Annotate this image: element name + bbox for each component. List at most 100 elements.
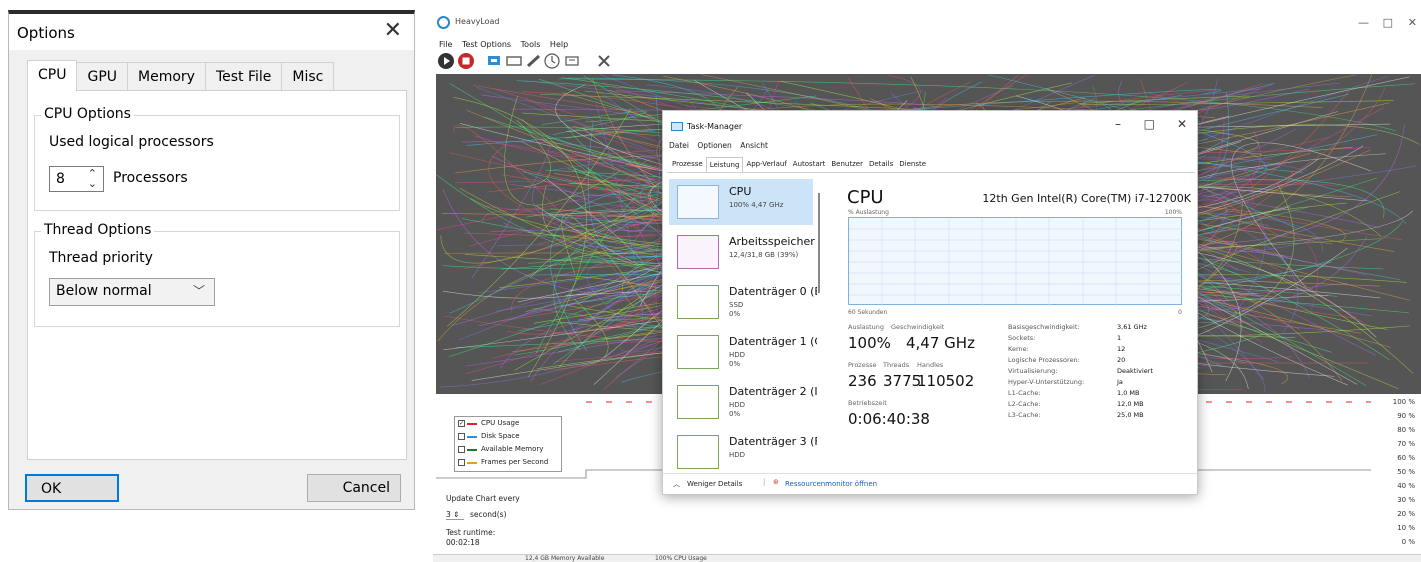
y-tick: 0 %: [1401, 538, 1415, 546]
legend-item[interactable]: Frames per Second: [455, 456, 561, 469]
detail-value: 20: [1117, 356, 1126, 364]
update-interval-stepper[interactable]: 3 ⇕: [446, 510, 464, 520]
tab-misc[interactable]: Misc: [281, 62, 335, 90]
ok-button[interactable]: OK: [25, 474, 119, 502]
checkbox[interactable]: ✓: [458, 420, 465, 427]
sidebar-item-name: Datenträger 3 (F: [729, 435, 817, 448]
sidebar-item-disk-0[interactable]: Datenträger 0 (E SSD 0%: [669, 279, 817, 325]
detail-key: Sockets:: [1008, 334, 1036, 342]
detail-key: L1-Cache:: [1008, 389, 1041, 397]
close-icon[interactable]: ✕: [1408, 16, 1417, 29]
maximize-icon[interactable]: □: [1144, 117, 1155, 131]
tab-leistung[interactable]: Leistung: [705, 157, 744, 173]
cancel-button[interactable]: Cancel: [307, 474, 401, 502]
detail-value: Deaktiviert: [1117, 367, 1153, 375]
resource-monitor-link[interactable]: Ressourcenmonitor öffnen: [785, 480, 877, 488]
sidebar-item-disk-2[interactable]: Datenträger 2 (I HDD 0%: [669, 379, 817, 425]
memory-icon[interactable]: [525, 52, 543, 70]
close-icon[interactable]: ✕: [384, 18, 402, 43]
tab-prozesse[interactable]: Prozesse: [669, 157, 706, 173]
checkbox[interactable]: [458, 433, 465, 440]
task-manager-menubar: Datei Optionen Ansicht: [669, 141, 774, 150]
thread-options-legend: Thread Options: [41, 222, 155, 238]
cpu-detail-pane: CPU 12th Gen Intel(R) Core(TM) i7-12700K…: [831, 175, 1191, 471]
stat-uptime-label: Betriebszeit: [848, 399, 887, 407]
tab-test-file[interactable]: Test File: [204, 62, 283, 90]
heavyload-statusbar: 12,4 GB Memory Available 100% CPU Usage: [433, 554, 1421, 562]
processors-stepper[interactable]: 8 ⌃ ⌄: [49, 166, 104, 192]
sidebar-item-memory[interactable]: Arbeitsspeicher 12,4/31,8 GB (39%): [669, 229, 815, 275]
cpu-thumbnail: [677, 185, 719, 219]
cpu-model-name: 12th Gen Intel(R) Core(TM) i7-12700K: [982, 192, 1191, 205]
sidebar-scrollbar[interactable]: [818, 193, 820, 293]
minimize-icon[interactable]: —: [1358, 16, 1369, 29]
detail-value: 1,0 MB: [1117, 389, 1140, 397]
checkbox[interactable]: [458, 459, 465, 466]
sidebar-item-detail: HDD: [729, 351, 746, 359]
sidebar-item-disk-3[interactable]: Datenträger 3 (F HDD: [669, 429, 817, 471]
stepper-arrows-icon[interactable]: ⌃ ⌄: [88, 168, 97, 189]
thread-priority-select[interactable]: Below normal ﹀: [49, 278, 215, 306]
stop-icon[interactable]: [457, 52, 475, 70]
legend-item[interactable]: Disk Space: [455, 430, 561, 443]
menu-optionen[interactable]: Optionen: [697, 141, 731, 150]
legend-color: [467, 462, 477, 464]
sidebar-item-disk-1[interactable]: Datenträger 1 (C HDD 0%: [669, 329, 817, 375]
stat-speed-value: 4,47 GHz: [906, 334, 975, 352]
legend-item[interactable]: ✓ CPU Usage: [455, 417, 561, 430]
tab-gpu[interactable]: GPU: [76, 62, 129, 90]
stat-uptime-value: 0:06:40:38: [848, 410, 930, 428]
tab-details[interactable]: Details: [866, 157, 896, 173]
maximize-icon[interactable]: □: [1383, 16, 1393, 29]
used-processors-label: Used logical processors: [49, 134, 214, 150]
task-manager-window: Task-Manager – □ ✕ Datei Optionen Ansich…: [662, 110, 1198, 495]
thread-options-group: Thread Options Thread priority Below nor…: [34, 222, 400, 327]
ok-label: OK: [41, 481, 62, 497]
legend-color: [467, 436, 477, 438]
chevron-up-icon[interactable]: ︿: [673, 479, 680, 489]
close-icon[interactable]: ✕: [1177, 117, 1187, 131]
tab-benutzer[interactable]: Benutzer: [828, 157, 866, 173]
gpu-icon[interactable]: [563, 52, 581, 70]
tab-dienste[interactable]: Dienste: [896, 157, 929, 173]
tab-cpu[interactable]: CPU: [27, 60, 78, 91]
task-manager-tabs: Prozesse Leistung App-Verlauf Autostart …: [669, 157, 929, 173]
runtime-value: 00:02:18: [446, 538, 480, 547]
chart-y-axis: 100 % 90 % 80 % 70 % 60 % 50 % 40 % 30 %…: [1375, 394, 1415, 554]
menu-test-options[interactable]: Test Options: [462, 40, 511, 49]
checkbox[interactable]: [458, 446, 465, 453]
drive-icon[interactable]: [505, 52, 523, 70]
cpu-icon[interactable]: [485, 52, 503, 70]
menu-tools[interactable]: Tools: [521, 40, 541, 49]
y-tick: 80 %: [1397, 426, 1415, 434]
cpu-heading: CPU: [847, 187, 884, 208]
play-icon[interactable]: [437, 52, 455, 70]
legend-label: Frames per Second: [481, 458, 549, 466]
tab-app-verlauf[interactable]: App-Verlauf: [743, 157, 789, 173]
update-unit-label: second(s): [470, 510, 507, 519]
legend-label: CPU Usage: [481, 419, 520, 427]
fewer-details-link[interactable]: Weniger Details: [687, 480, 742, 488]
legend-item[interactable]: Available Memory: [455, 443, 561, 456]
minimize-icon[interactable]: –: [1115, 117, 1121, 131]
sidebar-item-name: Datenträger 1 (C: [729, 335, 817, 348]
menu-help[interactable]: Help: [550, 40, 568, 49]
stat-threads-value: 3775: [883, 372, 922, 390]
sidebar-item-name: Arbeitsspeicher: [729, 235, 815, 248]
clock-icon[interactable]: [543, 52, 561, 70]
menu-ansicht[interactable]: Ansicht: [740, 141, 768, 150]
tab-memory[interactable]: Memory: [127, 62, 206, 90]
heavyload-toolbar: [435, 52, 935, 74]
cpu-tab-panel: CPU Options Used logical processors 8 ⌃ ⌄…: [27, 90, 407, 460]
stat-prozesse-value: 236: [848, 372, 877, 390]
y-tick: 50 %: [1397, 468, 1415, 476]
stat-handles-value: 110502: [917, 372, 975, 390]
footer-divider: |: [763, 478, 766, 486]
menu-file[interactable]: File: [439, 40, 452, 49]
options-dialog: Options ✕ CPU GPU Memory Test File Misc …: [8, 10, 415, 510]
menu-datei[interactable]: Datei: [669, 141, 689, 150]
sidebar-item-cpu[interactable]: CPU 100% 4,47 GHz: [669, 179, 813, 225]
tab-autostart[interactable]: Autostart: [790, 157, 829, 173]
task-manager-title: Task-Manager: [687, 122, 743, 131]
settings-icon[interactable]: [595, 52, 613, 70]
